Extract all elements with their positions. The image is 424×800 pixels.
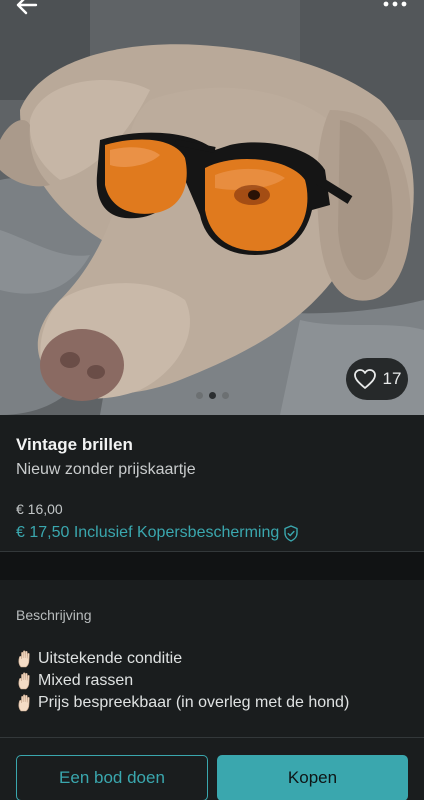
product-title: Vintage brillen [16, 435, 133, 454]
shield-check-icon [284, 524, 298, 542]
action-bar: Een bod doen Kopen [0, 738, 424, 800]
raised-hand-emoji-icon [18, 650, 30, 668]
photo-top-bar [0, 0, 424, 18]
product-photo-gallery[interactable]: 17 [0, 0, 424, 415]
description-section: Beschrijving Uitstekende conditie Mixed … [0, 580, 424, 738]
buy-button[interactable]: Kopen [217, 755, 408, 800]
arrow-left-icon [16, 0, 38, 15]
description-line: Mixed rassen [16, 670, 408, 692]
product-price: € 16,00 [16, 501, 63, 517]
back-button[interactable] [14, 0, 40, 16]
buyer-protection-price-label: € 17,50 Inclusief Kopersbescherming [16, 524, 280, 541]
section-divider [0, 552, 424, 580]
description-line-text: Prijs bespreekbaar (in overleg met de ho… [38, 694, 350, 711]
more-options-button[interactable] [382, 0, 408, 12]
product-condition: Nieuw zonder prijskaartje [16, 461, 196, 478]
product-photo [0, 0, 424, 415]
raised-hand-emoji-icon [18, 672, 30, 690]
description-line: Uitstekende conditie [16, 648, 408, 670]
heart-icon [353, 369, 376, 389]
description-heading: Beschrijving [16, 607, 92, 623]
pagination-dot[interactable] [195, 392, 203, 399]
more-horizontal-icon [383, 1, 407, 7]
description-line-text: Mixed rassen [38, 672, 134, 689]
pagination-dot[interactable] [221, 392, 229, 399]
product-summary: Vintage brillen Nieuw zonder prijskaartj… [0, 415, 424, 552]
raised-hand-emoji-icon [18, 694, 30, 712]
photo-pagination-dots [0, 392, 424, 402]
favorite-count: 17 [382, 369, 402, 388]
pagination-dot[interactable] [208, 392, 216, 399]
buyer-protection-price[interactable]: € 17,50 Inclusief Kopersbescherming [16, 523, 408, 543]
make-offer-button[interactable]: Een bod doen [16, 755, 208, 800]
description-body: Uitstekende conditie Mixed rassen Prijs … [16, 648, 408, 714]
description-line: Prijs bespreekbaar (in overleg met de ho… [16, 692, 408, 714]
description-line-text: Uitstekende conditie [38, 650, 183, 667]
